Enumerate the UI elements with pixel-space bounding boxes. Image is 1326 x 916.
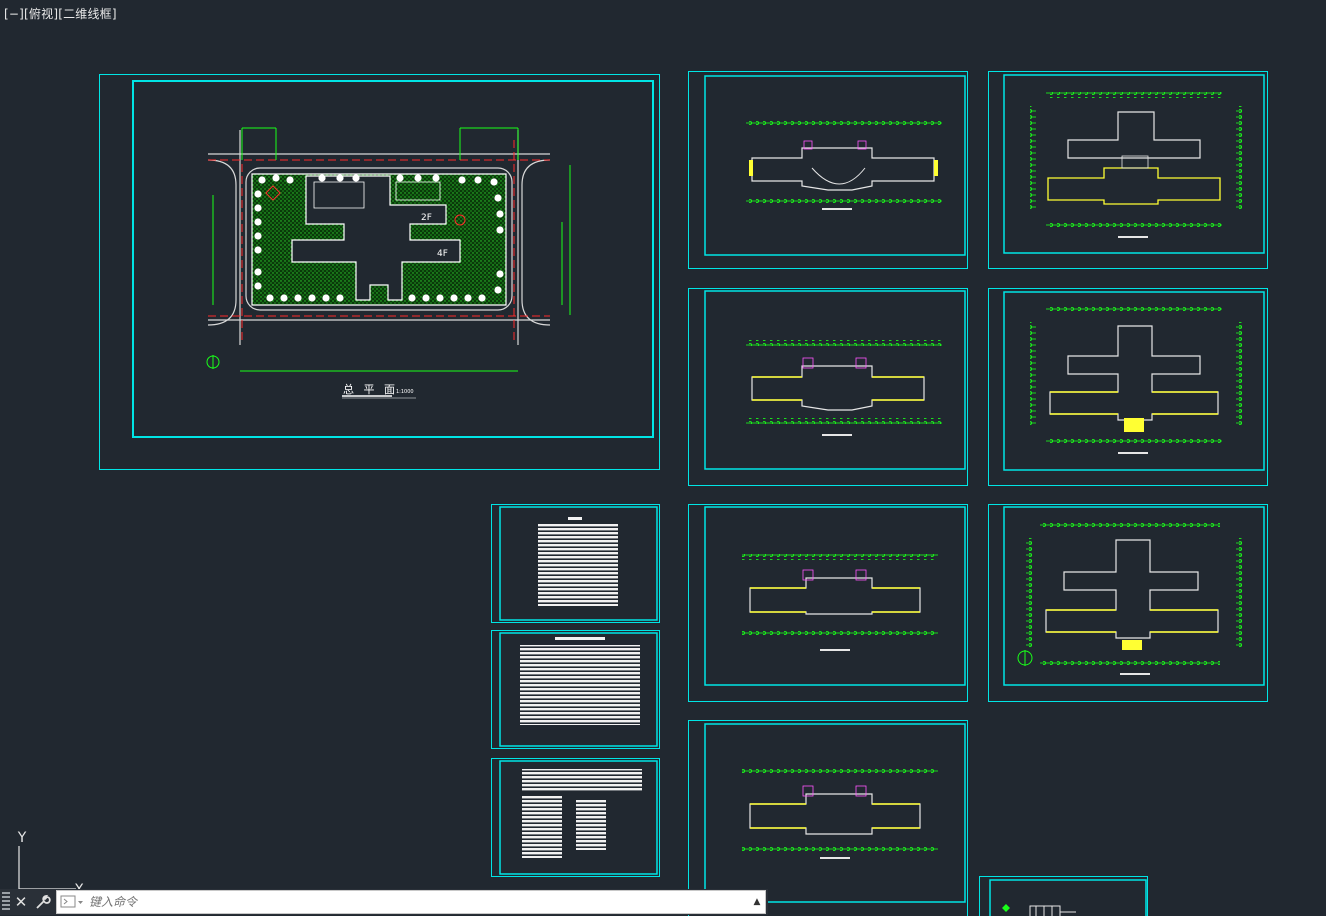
wrench-icon[interactable] [32, 889, 54, 915]
viewport-visual-style-control[interactable]: [二维线框] [58, 7, 117, 21]
sheet-floor-plan-c[interactable] [688, 504, 968, 702]
sheet-floor-plan-a[interactable] [688, 71, 968, 269]
sheet-floor-plan-b[interactable] [688, 288, 968, 486]
sheet-floor-plan-d[interactable] [688, 720, 968, 916]
command-line-grip-handle[interactable] [2, 892, 10, 912]
viewport-view-control[interactable]: [俯视] [24, 7, 58, 21]
ucs-y-label: Y [17, 830, 27, 846]
chevron-up-icon[interactable]: ▲ [749, 897, 765, 907]
sheet-notes-3[interactable] [491, 758, 660, 877]
site-plan-title: 总 平 面 [343, 382, 398, 396]
close-icon[interactable]: ✕ [10, 889, 32, 915]
command-prompt-icon[interactable] [57, 893, 87, 911]
floor-label-2f: 2F [421, 213, 432, 223]
sheet-notes-2[interactable] [491, 630, 660, 749]
viewport-controls: [−][俯视][二维线框] [4, 5, 117, 22]
sheet-floor-plan-g[interactable] [988, 504, 1268, 702]
command-input[interactable] [87, 894, 749, 910]
command-line-bar: ✕ ▲ [0, 889, 768, 915]
sheet-partial[interactable] [979, 876, 1148, 916]
command-input-box[interactable]: ▲ [56, 890, 766, 914]
sheet-notes-1[interactable] [491, 504, 660, 623]
viewport-minimize-control[interactable]: [−] [4, 7, 24, 21]
ucs-icon [18, 846, 76, 890]
site-plan-scale: 1:1000 [396, 389, 414, 395]
floor-label-4f: 4F [437, 249, 448, 259]
drawing-canvas[interactable]: 2F 4F 总 平 面 1:1000 Y [0, 0, 1326, 916]
sheet-site-plan[interactable]: 2F 4F 总 平 面 1:1000 [99, 74, 660, 470]
sheet-floor-plan-f[interactable] [988, 288, 1268, 486]
sheet-floor-plan-e[interactable] [988, 71, 1268, 269]
